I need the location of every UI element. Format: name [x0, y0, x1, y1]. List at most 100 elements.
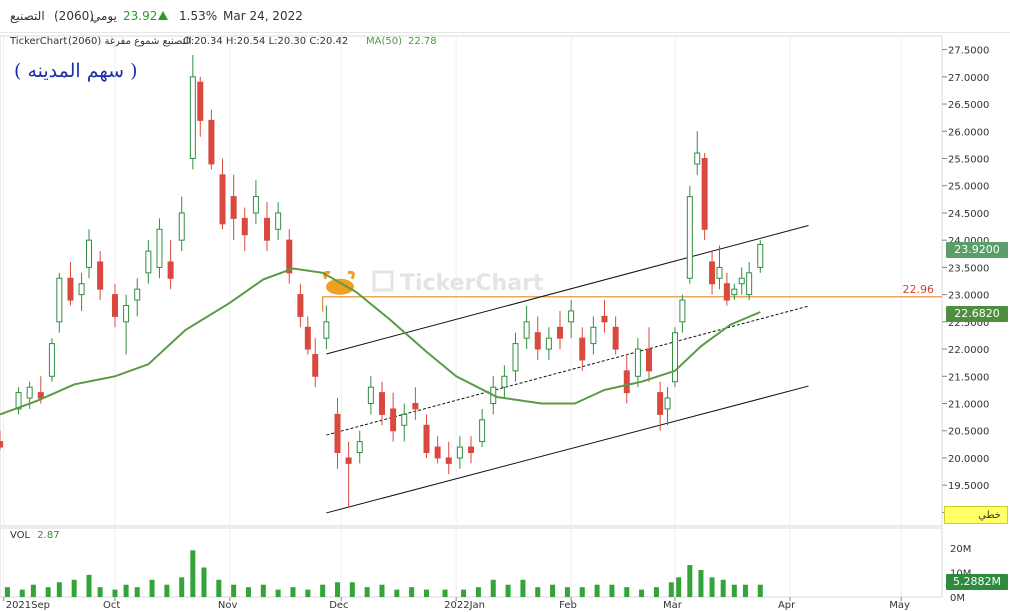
candle-body: [671, 332, 678, 383]
ma-price-tag: 22.6820: [946, 306, 1008, 322]
volume-bar: [757, 584, 763, 597]
time-tick-label: 2021Sep: [6, 600, 50, 611]
candle-body: [590, 326, 597, 345]
candle-body: [252, 196, 259, 214]
candle-body: [145, 250, 152, 274]
price-chart[interactable]: TickerChart 22.96 27.5000 27.0000 26.5000 2…: [0, 0, 1010, 612]
candle-body: [111, 294, 118, 317]
candle-body: [390, 408, 397, 432]
price-tick-label: 23.5000: [948, 263, 989, 274]
candle-body: [557, 326, 564, 339]
candle-body: [468, 446, 474, 453]
volume-bar: [56, 582, 62, 597]
volume-bar: [742, 584, 748, 597]
volume-bar: [320, 584, 326, 597]
time-tick-label: Oct: [103, 600, 120, 611]
candle-body: [56, 277, 63, 323]
candle-body: [601, 315, 608, 323]
volume-bar: [86, 574, 92, 597]
candle-body: [378, 392, 385, 415]
candle-body: [367, 386, 374, 404]
price-tick-label: 22.0000: [948, 345, 989, 356]
candle-body: [219, 174, 226, 225]
volume-bar: [668, 582, 674, 597]
grid: [0, 35, 943, 598]
candle-body: [334, 413, 341, 453]
volume-bar: [639, 589, 645, 597]
volume-bar: [624, 587, 630, 597]
price-tick-label: 26.5000: [948, 100, 989, 111]
price-tick-label: 21.0000: [948, 400, 989, 411]
price-tick-label: 26.0000: [948, 127, 989, 138]
candle-body: [568, 310, 575, 323]
candle-body: [208, 119, 215, 165]
candle-body: [197, 81, 204, 121]
candle-body: [423, 424, 430, 453]
candle-body: [686, 196, 693, 279]
candle-body: [401, 413, 408, 426]
candle-body: [230, 196, 237, 219]
bull-icon: [326, 278, 354, 295]
candle-body: [412, 403, 419, 410]
candle-body: [97, 261, 104, 290]
price-tick-label: 27.0000: [948, 73, 989, 84]
candle-body: [286, 239, 293, 274]
time-tick-label: 2022Jan: [444, 600, 485, 611]
candle-body: [757, 244, 764, 268]
time-tick-label: May: [889, 600, 910, 611]
price-tick-label: 21.5000: [948, 372, 989, 383]
candle-body: [134, 288, 141, 301]
candle-body: [323, 321, 330, 339]
volume-bar: [579, 587, 585, 597]
volume-bar: [535, 587, 541, 597]
volume-bar: [201, 567, 207, 597]
volume-bar: [609, 584, 615, 597]
volume-bar: [305, 589, 311, 597]
volume-bar: [260, 584, 266, 597]
time-axis: 2021Sep Oct Nov Dec 2022Jan Feb Mar Apr May: [3, 597, 910, 611]
candle-body: [579, 337, 586, 361]
candle-body: [701, 158, 708, 230]
candle-body: [456, 446, 463, 459]
candles: [0, 55, 764, 507]
volume-header: VOL 2.87: [10, 530, 60, 541]
candle-body: [178, 212, 185, 241]
candle-body: [167, 261, 174, 279]
volume-bar: [731, 584, 737, 597]
candle-body: [623, 370, 630, 394]
volume-bar: [709, 577, 715, 597]
candle-body: [634, 348, 641, 377]
volume-bar: [490, 579, 496, 597]
price-tick-label: 19.5000: [948, 481, 989, 492]
lines-tool-button[interactable]: خطي: [944, 506, 1008, 524]
volume-bar: [720, 579, 726, 597]
candle-body: [479, 419, 486, 443]
price-tick-label: 25.0000: [948, 182, 989, 193]
volume-bar: [123, 584, 129, 597]
candle-body: [189, 76, 196, 159]
candle-body: [304, 326, 311, 350]
volume-bar: [364, 587, 370, 597]
candle-body: [37, 392, 44, 399]
candle-body: [716, 266, 723, 279]
volume-bar: [687, 565, 693, 597]
volume-bar: [216, 579, 222, 597]
volume-bar: [164, 584, 170, 597]
watermark-text: TickerChart: [400, 271, 544, 296]
candle-body: [264, 217, 271, 241]
volume-bar: [394, 589, 400, 597]
candle-body: [297, 294, 304, 317]
volume-value: 2.87: [37, 530, 60, 541]
price-tick-label: 23.0000: [948, 291, 989, 302]
volume-bar: [594, 584, 600, 597]
candle-body: [534, 332, 541, 350]
candle-body: [356, 441, 363, 454]
horizontal-level-label: 22.96: [903, 283, 935, 296]
channel-mid-line: [326, 305, 809, 436]
candle-body: [512, 343, 519, 372]
volume-bar: [698, 569, 704, 597]
volume-bar: [550, 584, 556, 597]
volume-bar: [231, 584, 237, 597]
volume-bar: [19, 589, 25, 597]
volume-bar: [149, 579, 155, 597]
